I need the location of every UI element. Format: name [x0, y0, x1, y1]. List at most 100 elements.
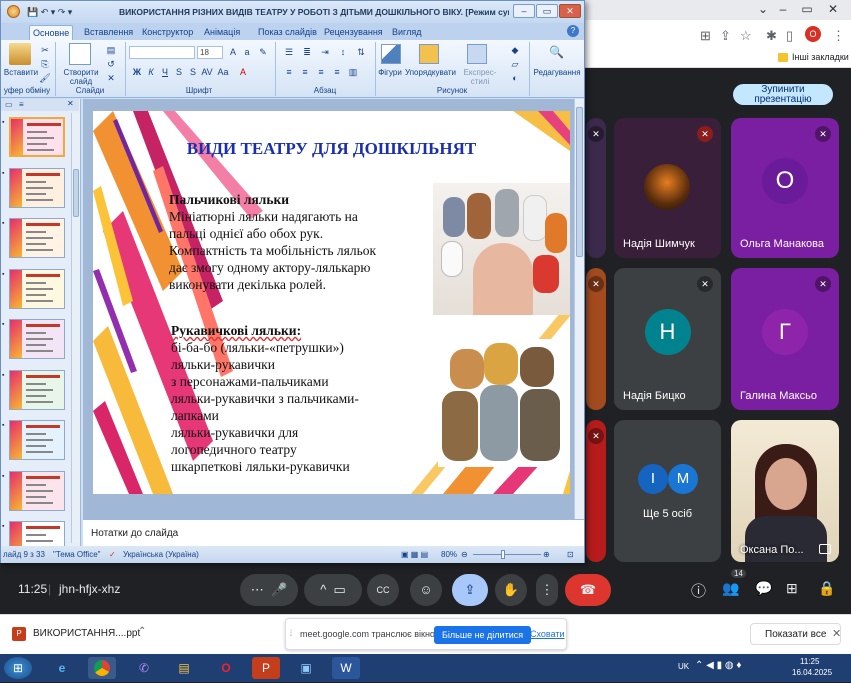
outline-icon[interactable]: ▱ [509, 58, 521, 70]
arrange-icon[interactable] [419, 44, 439, 64]
copy-icon[interactable]: ⎘ [39, 58, 51, 70]
slide-thumbnail[interactable] [9, 369, 65, 410]
close-button[interactable]: ✕ [822, 2, 844, 16]
font-color-icon[interactable]: A [237, 66, 249, 78]
chevron-up-icon[interactable]: ⌃ [138, 626, 146, 637]
scroll-thumb[interactable] [576, 107, 583, 257]
finger-puppets-photo[interactable] [433, 183, 570, 315]
self-view-tile[interactable]: Оксана По... [731, 420, 839, 562]
quick-styles-icon[interactable] [467, 44, 487, 64]
outline-tab-icon[interactable]: ≡ [19, 100, 24, 109]
font-name-box[interactable] [129, 46, 195, 59]
spellcheck-icon[interactable]: ✓ [109, 546, 116, 563]
strikethrough-icon[interactable]: S [173, 66, 185, 78]
tray-icons[interactable]: ⌃ ◀ ▮ ◍ ♦ [695, 660, 742, 671]
columns-icon[interactable]: ▥ [347, 66, 359, 78]
menu-icon[interactable]: ⋮ [832, 28, 845, 44]
raise-hand-button[interactable]: ✋ [495, 574, 527, 606]
view-buttons[interactable]: ▣ ▦ ▤ [401, 546, 428, 563]
new-slide-icon[interactable] [69, 43, 91, 65]
ppt-minimize-button[interactable]: – [513, 4, 535, 18]
editing-button[interactable]: Редагування [531, 68, 583, 77]
other-bookmarks[interactable]: Інші закладки [792, 52, 849, 62]
line-spacing-icon[interactable]: ↕ [337, 46, 349, 58]
host-controls-icon[interactable]: 🔒 [818, 580, 835, 597]
tab-design[interactable]: Конструктор [139, 25, 196, 40]
zoom-slider[interactable] [473, 550, 541, 559]
finger-puppets-text[interactable]: Мініатюрні ляльки надягають на пальці одн… [169, 208, 376, 293]
drag-handle-icon[interactable]: ⦙ [290, 628, 292, 639]
slide-thumbnail[interactable] [9, 167, 65, 208]
present-button[interactable]: ⇪ [452, 574, 488, 606]
notes-pane[interactable]: Нотатки до слайда [83, 519, 584, 547]
clock-time[interactable]: 11:25 [800, 657, 819, 666]
tab-home[interactable]: Основне [29, 25, 74, 40]
stop-sharing-button[interactable]: Більше не ділитися [434, 626, 532, 644]
restore-button[interactable]: ▭ [796, 2, 818, 16]
align-right-icon[interactable]: ≡ [315, 66, 327, 78]
slide-thumbnail[interactable] [9, 218, 65, 258]
shadow-icon[interactable]: S [187, 66, 199, 78]
viber-icon[interactable]: ✆ [130, 657, 158, 679]
activities-icon[interactable]: ⊞ [786, 580, 798, 597]
delete-slide-icon[interactable]: ✕ [105, 72, 117, 84]
finger-puppets-title[interactable]: Пальчикові ляльки [169, 191, 289, 208]
case-icon[interactable]: Aa [217, 66, 229, 78]
ppt-close-button[interactable]: ✕ [559, 4, 581, 18]
office-button[interactable] [7, 5, 20, 18]
glove-puppets-title[interactable]: Рукавичкові ляльки: [171, 322, 301, 339]
zoom-out-icon[interactable]: ⊖ [461, 546, 468, 563]
glove-puppets-photo[interactable] [438, 339, 570, 467]
layout-icon[interactable]: ▤ [105, 44, 117, 56]
paste-button[interactable]: Вставити [3, 68, 39, 77]
emoji-button[interactable]: ☺ [410, 574, 442, 606]
info-icon[interactable]: ⓘ [691, 580, 706, 601]
binoculars-icon[interactable]: 🔍 [549, 46, 564, 58]
extensions-icon[interactable]: ✱ [766, 28, 777, 44]
tab-slideshow[interactable]: Показ слайдів [255, 25, 320, 40]
chat-icon[interactable]: 💬 [755, 580, 772, 597]
start-icon[interactable]: ⊞ [4, 657, 32, 679]
people-icon[interactable]: 👥 [722, 580, 739, 597]
slides-tab-icon[interactable]: ▭ [5, 100, 13, 109]
spacing-icon[interactable]: AV [201, 66, 213, 78]
new-slide-button[interactable]: Створити слайд [59, 68, 103, 86]
glove-puppets-list[interactable]: бі-ба-бо (ляльки-«петрушки») ляльки-рукав… [171, 339, 359, 475]
tab-review[interactable]: Рецензування [321, 25, 386, 40]
bullets-icon[interactable]: ☰ [283, 46, 295, 58]
clear-format-icon[interactable]: ✎ [257, 46, 269, 58]
fit-window-icon[interactable]: ⊡ [567, 546, 574, 563]
format-painter-icon[interactable]: 🖌 [39, 72, 51, 84]
show-all-button[interactable]: Показати все [750, 623, 842, 645]
cut-icon[interactable]: ✂ [39, 44, 51, 56]
scroll-thumb[interactable] [73, 169, 79, 217]
effects-icon[interactable]: ◐ [509, 72, 521, 84]
download-item[interactable]: ВИКОРИСТАННЯ....ppt [33, 628, 140, 639]
slide-heading[interactable]: ВИДИ ТЕАТРУ ДЛЯ ДОШКІЛЬНЯТ [93, 139, 570, 159]
panel-tabs[interactable]: ▭ ≡ ✕ [1, 99, 79, 111]
align-center-icon[interactable]: ≡ [299, 66, 311, 78]
share-icon[interactable]: ⇪ [720, 28, 731, 44]
quick-styles-button[interactable]: Експрес-стилі [455, 68, 505, 86]
pip-icon[interactable] [819, 544, 831, 554]
arrange-button[interactable]: Упорядкувати [405, 68, 456, 77]
hide-button[interactable]: Сховати [530, 629, 565, 639]
panel-scrollbar[interactable] [71, 113, 80, 543]
paste-icon[interactable] [9, 43, 31, 65]
tab-insert[interactable]: Вставлення [81, 25, 136, 40]
shapes-icon[interactable] [381, 44, 401, 64]
minimize-button[interactable]: – [772, 2, 794, 16]
align-left-icon[interactable]: ≡ [283, 66, 295, 78]
font-size-box[interactable]: 18 [197, 46, 223, 59]
mic-button[interactable]: ⋯ 🎤 [240, 574, 298, 606]
tab-search-icon[interactable]: ⌄ [752, 2, 774, 16]
tab-animation[interactable]: Анімація [201, 25, 243, 40]
zoom-in-icon[interactable]: ⊕ [543, 546, 550, 563]
more-participants-tile[interactable]: І М Ще 5 осіб [614, 420, 721, 562]
explorer-icon[interactable]: ▤ [170, 657, 198, 679]
participant-tile[interactable]: ✕ Н Надія Бицко [614, 268, 721, 410]
opera-icon[interactable]: O [212, 657, 240, 679]
profile-avatar[interactable]: O [805, 26, 821, 42]
participant-tile[interactable]: ✕ О Ольга Манакова [731, 118, 839, 258]
reset-icon[interactable]: ↺ [105, 58, 117, 70]
